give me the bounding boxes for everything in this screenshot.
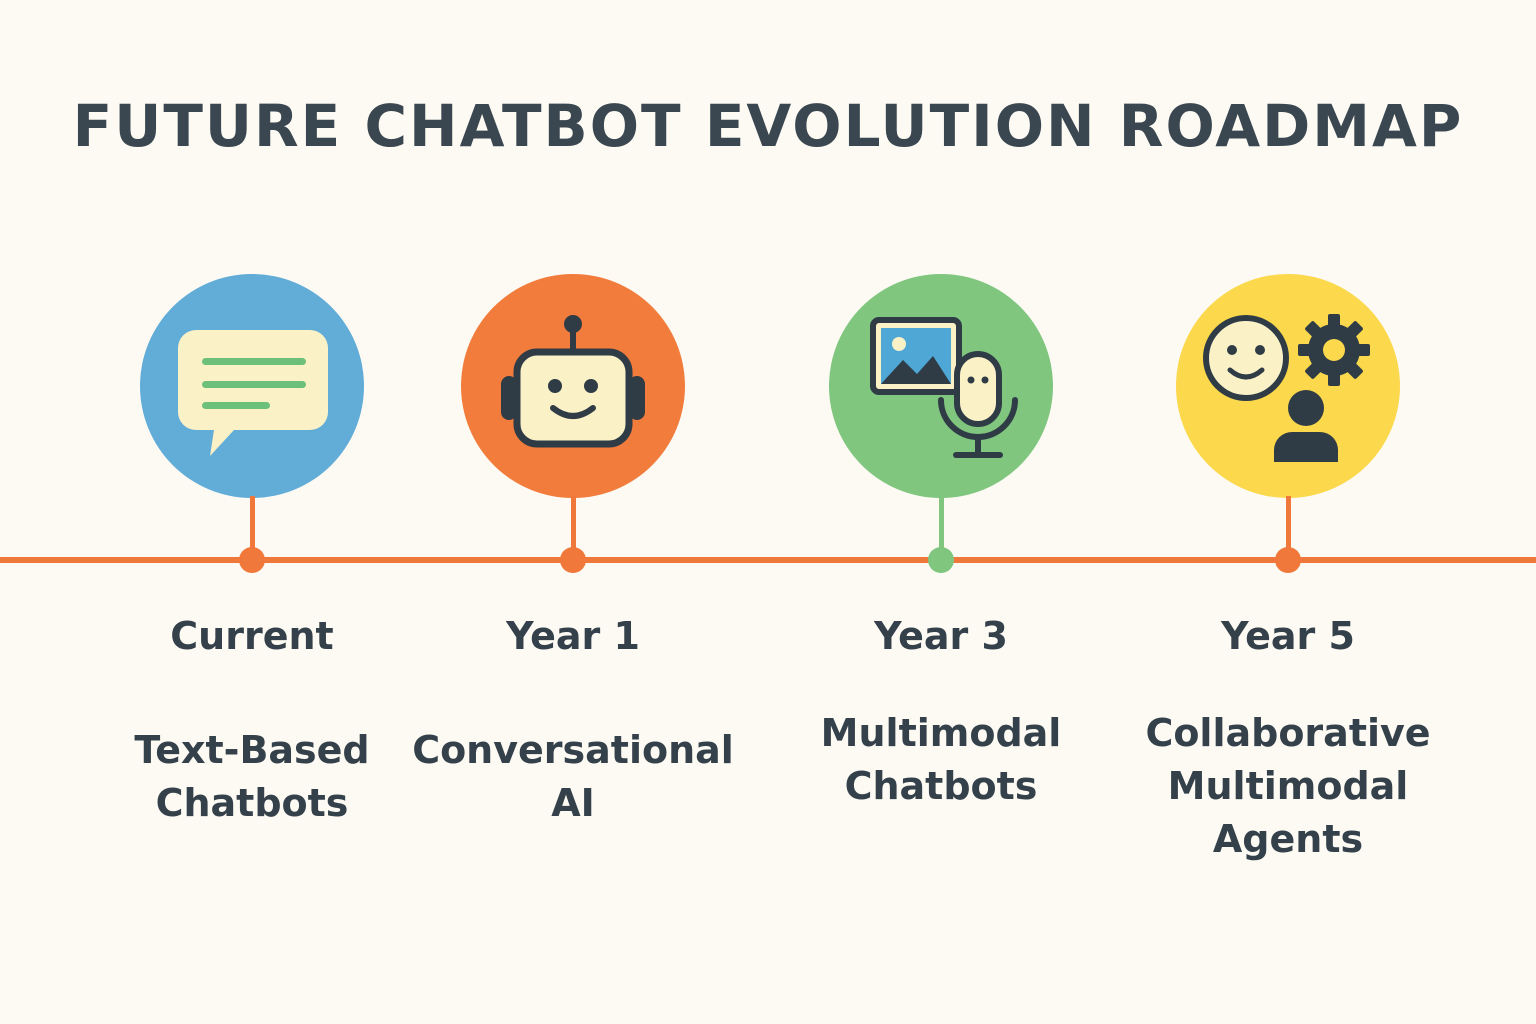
milestone-description: Conversational AI (412, 728, 734, 825)
milestone-circle (461, 274, 685, 498)
timeline-line (0, 557, 1536, 563)
milestone-dot (239, 547, 265, 573)
chat-bubble-icon (178, 330, 328, 456)
milestone-circle (829, 274, 1053, 498)
milestone-period: Year 1 (506, 614, 640, 658)
page-title: FUTURE CHATBOT EVOLUTION ROADMAP (72, 92, 1464, 160)
milestone-period: Current (170, 614, 334, 658)
milestone-circle (140, 274, 364, 498)
robot-icon (501, 315, 645, 448)
smiley-gear-person-icon (1203, 314, 1370, 462)
milestone-circle (1176, 274, 1400, 498)
milestone-period: Year 3 (874, 614, 1008, 658)
milestone-dot (560, 547, 586, 573)
milestone-period: Year 5 (1221, 614, 1355, 658)
milestone-description: Collaborative Multimodal Agents (1145, 711, 1431, 861)
image-microphone-icon (870, 317, 1018, 458)
milestone-description: Multimodal Chatbots (820, 711, 1062, 808)
milestone-dot (1275, 547, 1301, 573)
milestone-dot (928, 547, 954, 573)
milestone-description: Text-Based Chatbots (134, 728, 370, 825)
